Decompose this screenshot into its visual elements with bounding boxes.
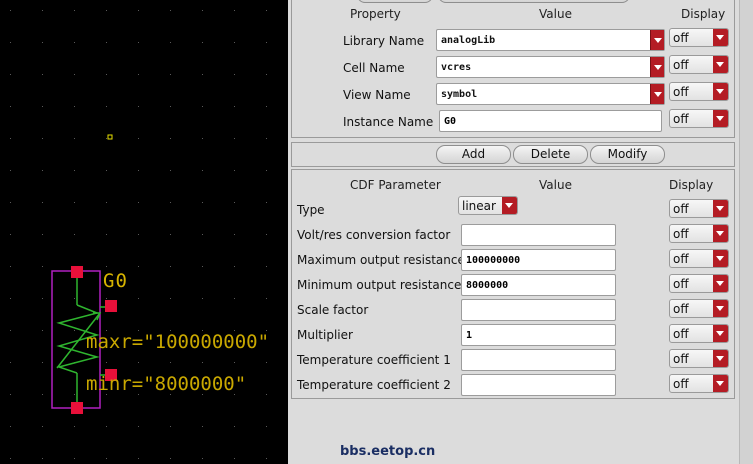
marker xyxy=(107,134,113,140)
add-button[interactable]: Add xyxy=(436,145,511,164)
max-resistance-field[interactable]: 100000000 xyxy=(461,249,616,271)
display-select-instance[interactable]: off xyxy=(669,109,729,128)
display-select-temp-coeff-1[interactable]: off xyxy=(669,349,729,368)
header-cdf-display: Display xyxy=(669,178,714,192)
header-cdf-value: Value xyxy=(539,178,572,192)
chevron-down-icon[interactable] xyxy=(650,30,664,50)
library-name-value: analogLib xyxy=(441,35,496,46)
display-value: off xyxy=(673,327,689,341)
temp-coeff-2-field[interactable] xyxy=(461,374,616,396)
view-name-combo[interactable]: symbol xyxy=(436,83,665,105)
label-cell-name: Cell Name xyxy=(343,61,405,75)
watermark: bbs.eetop.cn xyxy=(340,444,436,459)
display-value: off xyxy=(673,58,689,72)
display-value: off xyxy=(673,352,689,366)
multiplier-field[interactable]: 1 xyxy=(461,324,616,346)
display-value: off xyxy=(673,202,689,216)
chevron-down-icon[interactable] xyxy=(713,200,728,217)
type-select[interactable]: linear xyxy=(458,196,518,215)
temp-coeff-1-field[interactable] xyxy=(461,349,616,371)
top-button-left[interactable] xyxy=(357,0,433,3)
chevron-down-icon[interactable] xyxy=(650,84,664,104)
display-value: off xyxy=(673,85,689,99)
pin-top[interactable] xyxy=(71,266,83,278)
display-select-min-resistance[interactable]: off xyxy=(669,274,729,293)
pin-bottom[interactable] xyxy=(71,402,83,414)
type-value: linear xyxy=(462,199,496,213)
top-button-right[interactable] xyxy=(438,0,630,3)
label-type: Type xyxy=(297,203,325,217)
scale-factor-field[interactable] xyxy=(461,299,616,321)
display-select-max-resistance[interactable]: off xyxy=(669,249,729,268)
delete-button[interactable]: Delete xyxy=(513,145,588,164)
label-max-resistance: Maximum output resistance xyxy=(297,253,465,267)
library-name-combo[interactable]: analogLib xyxy=(436,29,665,51)
display-value: off xyxy=(673,31,689,45)
chevron-down-icon[interactable] xyxy=(713,110,728,127)
display-select-cell[interactable]: off xyxy=(669,55,729,74)
instance-properties-section: Property Value Display Library Name anal… xyxy=(291,0,735,138)
label-multiplier: Multiplier xyxy=(297,328,353,342)
chevron-down-icon[interactable] xyxy=(713,56,728,73)
modify-button[interactable]: Modify xyxy=(590,145,665,164)
header-display: Display xyxy=(681,7,726,21)
display-select-type[interactable]: off xyxy=(669,199,729,218)
label-instance-name: Instance Name xyxy=(343,115,434,129)
chevron-down-icon[interactable] xyxy=(502,197,517,214)
min-resistance-field[interactable]: 8000000 xyxy=(461,274,616,296)
schematic-canvas[interactable]: G0 maxr="100000000" minr="8000000" xyxy=(0,0,288,464)
chevron-down-icon[interactable] xyxy=(713,83,728,100)
chevron-down-icon[interactable] xyxy=(713,275,728,292)
pin-ctrl-plus[interactable] xyxy=(105,300,117,312)
display-select-scale-factor[interactable]: off xyxy=(669,299,729,318)
cell-name-combo[interactable]: vcres xyxy=(436,56,665,78)
display-select-temp-coeff-2[interactable]: off xyxy=(669,374,729,393)
header-cdf-parameter: CDF Parameter xyxy=(350,178,441,192)
chevron-down-icon[interactable] xyxy=(713,350,728,367)
label-temp-coeff-2: Temperature coefficient 2 xyxy=(297,378,451,392)
label-view-name: View Name xyxy=(343,88,411,102)
param-label-minr: minr="8000000" xyxy=(86,373,247,395)
chevron-down-icon[interactable] xyxy=(713,375,728,392)
label-scale-factor: Scale factor xyxy=(297,303,369,317)
chevron-down-icon[interactable] xyxy=(713,325,728,342)
display-select-volt-res[interactable]: off xyxy=(669,224,729,243)
display-value: off xyxy=(673,252,689,266)
instance-name-field[interactable]: G0 xyxy=(439,110,662,132)
display-select-library[interactable]: off xyxy=(669,28,729,47)
view-name-value: symbol xyxy=(441,89,478,100)
display-select-view[interactable]: off xyxy=(669,82,729,101)
header-value: Value xyxy=(539,7,572,21)
instance-label: G0 xyxy=(103,270,128,292)
display-value: off xyxy=(673,277,689,291)
chevron-down-icon[interactable] xyxy=(713,300,728,317)
chevron-down-icon[interactable] xyxy=(713,250,728,267)
action-bar: Add Delete Modify xyxy=(291,142,735,167)
chevron-down-icon[interactable] xyxy=(713,29,728,46)
param-label-maxr: maxr="100000000" xyxy=(86,331,270,353)
volt-res-field[interactable] xyxy=(461,224,616,246)
display-value: off xyxy=(673,227,689,241)
header-property: Property xyxy=(350,7,401,21)
chevron-down-icon[interactable] xyxy=(713,225,728,242)
display-value: off xyxy=(673,302,689,316)
edit-properties-panel: Property Value Display Library Name anal… xyxy=(288,0,753,464)
display-select-multiplier[interactable]: off xyxy=(669,324,729,343)
cdf-parameters-section: CDF Parameter Value Display Type linear … xyxy=(291,169,735,399)
chevron-down-icon[interactable] xyxy=(650,57,664,77)
cell-name-value: vcres xyxy=(441,62,472,73)
label-min-resistance: Minimum output resistance xyxy=(297,278,462,292)
display-value: off xyxy=(673,112,689,126)
label-volt-res: Volt/res conversion factor xyxy=(297,228,451,242)
label-library-name: Library Name xyxy=(343,34,425,48)
vertical-scrollbar[interactable] xyxy=(739,0,753,464)
display-value: off xyxy=(673,377,689,391)
label-temp-coeff-1: Temperature coefficient 1 xyxy=(297,353,451,367)
